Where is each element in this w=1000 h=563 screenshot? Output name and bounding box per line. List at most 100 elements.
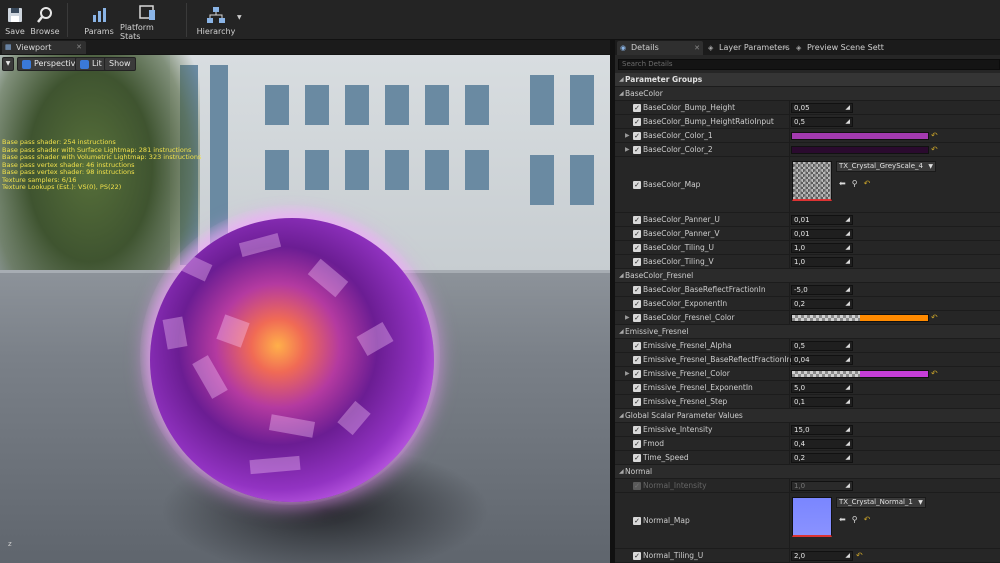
parameter-value-input[interactable]: 0,4 ◢: [791, 439, 853, 449]
axis-z-label: z: [8, 540, 12, 548]
tab-preview-scene-settings[interactable]: ◈ Preview Scene Sett: [793, 41, 889, 55]
parameter-value-input[interactable]: 0,5 ◢: [791, 341, 853, 351]
toolbar-divider: [186, 3, 187, 37]
reset-to-default-icon[interactable]: ↶: [864, 513, 871, 526]
expand-arrow-icon[interactable]: ▶: [625, 311, 630, 324]
parameter-override-checkbox[interactable]: ✓: [633, 517, 641, 525]
reset-to-default-icon[interactable]: ↶: [931, 129, 938, 142]
reset-to-default-icon[interactable]: ↶: [931, 311, 938, 324]
close-icon[interactable]: ✕: [782, 41, 788, 55]
parameter-override-checkbox[interactable]: ✓: [633, 342, 641, 350]
slider-arrows-icon: ◢: [845, 230, 850, 237]
parameter-name: BaseColor_Color_2: [643, 145, 713, 154]
parameter-override-checkbox[interactable]: ✓: [633, 440, 641, 448]
parameter-value-input[interactable]: 2,0 ◢: [791, 551, 853, 561]
params-button[interactable]: Params: [84, 0, 114, 40]
close-icon[interactable]: ✕: [76, 41, 82, 54]
color-swatch[interactable]: [791, 370, 929, 378]
use-selected-arrow-icon[interactable]: ⬅: [839, 177, 846, 190]
parameter-value-input[interactable]: 1,0 ◢: [791, 257, 853, 267]
parameter-override-checkbox[interactable]: ✓: [633, 118, 641, 126]
lit-button[interactable]: Lit: [75, 57, 107, 71]
parameter-override-checkbox[interactable]: ✓: [633, 552, 641, 560]
parameter-row: ✓ Emissive_Fresnel_Alpha 0,5 ◢: [615, 339, 1000, 353]
parameter-value-input[interactable]: 0,04 ◢: [791, 355, 853, 365]
use-selected-arrow-icon[interactable]: ⬅: [839, 513, 846, 526]
parameter-override-checkbox[interactable]: ✓: [633, 482, 641, 490]
show-button[interactable]: Show: [104, 57, 136, 71]
parameter-override-checkbox[interactable]: ✓: [633, 356, 641, 364]
color-swatch[interactable]: [791, 132, 929, 140]
stats-line: Texture Lookups (Est.): VS(0), PS(22): [2, 183, 122, 191]
parameter-value-input[interactable]: 1,0 ◢: [791, 243, 853, 253]
column-divider: [789, 227, 790, 240]
parameter-override-checkbox[interactable]: ✓: [633, 216, 641, 224]
parameter-group-header[interactable]: ◢ Emissive_Fresnel: [615, 325, 1000, 339]
expand-arrow-icon[interactable]: ▶: [625, 129, 630, 142]
parameter-override-checkbox[interactable]: ✓: [633, 181, 641, 189]
expand-arrow-icon[interactable]: ▶: [625, 367, 630, 380]
slider-arrows-icon: ◢: [845, 398, 850, 405]
hierarchy-dropdown-icon[interactable]: ▼: [237, 14, 242, 21]
tab-details[interactable]: ◉ Details ✕: [617, 41, 703, 55]
parameter-override-checkbox[interactable]: ✓: [633, 314, 641, 322]
viewport-canvas[interactable]: Base pass shader: 254 instructions Base …: [0, 55, 610, 563]
texture-thumbnail[interactable]: [792, 161, 832, 201]
parameter-groups-header[interactable]: ◢ Parameter Groups: [615, 73, 1000, 87]
color-swatch[interactable]: [791, 314, 929, 322]
parameter-value-input[interactable]: 0,5 ◢: [791, 117, 853, 127]
parameter-group-header[interactable]: ◢ Normal: [615, 465, 1000, 479]
parameter-value: 15,0: [794, 426, 810, 434]
viewport-tab[interactable]: ▦ Viewport ✕: [2, 41, 86, 54]
parameter-override-checkbox[interactable]: ✓: [633, 104, 641, 112]
platform-stats-button[interactable]: Platform Stats: [120, 0, 176, 41]
parameter-group-header[interactable]: ◢ BaseColor_Fresnel: [615, 269, 1000, 283]
browse-search-icon[interactable]: ⚲: [852, 513, 858, 526]
parameter-value: -5,0: [794, 286, 808, 294]
slider-arrows-icon: ◢: [845, 286, 850, 293]
tab-details-label: Details: [631, 43, 659, 52]
parameter-value-input[interactable]: 0,2 ◢: [791, 453, 853, 463]
search-details-input[interactable]: Search Details: [618, 59, 1000, 70]
reset-to-default-icon[interactable]: ↶: [864, 177, 871, 190]
parameter-value-input[interactable]: 0,1 ◢: [791, 397, 853, 407]
parameter-override-checkbox[interactable]: ✓: [633, 132, 641, 140]
params-label: Params: [84, 27, 114, 36]
texture-thumbnail[interactable]: [792, 497, 832, 537]
parameter-value-input[interactable]: -5,0 ◢: [791, 285, 853, 295]
browse-search-icon[interactable]: ⚲: [852, 177, 858, 190]
close-icon[interactable]: ✕: [694, 41, 700, 55]
parameter-value-input[interactable]: 0,05 ◢: [791, 103, 853, 113]
parameter-override-checkbox[interactable]: ✓: [633, 230, 641, 238]
browse-button[interactable]: Browse: [29, 0, 61, 40]
hierarchy-button[interactable]: Hierarchy: [195, 0, 237, 40]
reset-to-default-icon[interactable]: ↶: [931, 367, 938, 380]
parameter-value-input[interactable]: 5,0 ◢: [791, 383, 853, 393]
parameter-group-header[interactable]: ◢ BaseColor: [615, 87, 1000, 101]
parameter-override-checkbox[interactable]: ✓: [633, 384, 641, 392]
color-swatch[interactable]: [791, 146, 929, 154]
parameter-value-input[interactable]: 0,2 ◢: [791, 299, 853, 309]
parameter-name: BaseColor_Bump_HeightRatioInput: [643, 117, 774, 126]
parameter-override-checkbox[interactable]: ✓: [633, 398, 641, 406]
parameter-override-checkbox[interactable]: ✓: [633, 286, 641, 294]
parameter-override-checkbox[interactable]: ✓: [633, 146, 641, 154]
parameter-group-header[interactable]: ◢ Global Scalar Parameter Values: [615, 409, 1000, 423]
parameter-override-checkbox[interactable]: ✓: [633, 300, 641, 308]
parameter-value-input[interactable]: 0,01 ◢: [791, 215, 853, 225]
parameter-override-checkbox[interactable]: ✓: [633, 454, 641, 462]
parameter-override-checkbox[interactable]: ✓: [633, 258, 641, 266]
parameter-override-checkbox[interactable]: ✓: [633, 370, 641, 378]
expand-arrow-icon[interactable]: ▶: [625, 143, 630, 156]
parameter-value-input[interactable]: 15,0 ◢: [791, 425, 853, 435]
reset-to-default-icon[interactable]: ↶: [856, 549, 863, 562]
viewport-options-button[interactable]: ▼: [2, 57, 14, 71]
texture-picker-dropdown[interactable]: TX_Crystal_Normal_1 ▼: [836, 497, 926, 508]
parameter-value-input[interactable]: 0,01 ◢: [791, 229, 853, 239]
reset-to-default-icon[interactable]: ↶: [931, 143, 938, 156]
parameter-override-checkbox[interactable]: ✓: [633, 426, 641, 434]
save-button[interactable]: Save: [1, 0, 29, 40]
parameter-override-checkbox[interactable]: ✓: [633, 244, 641, 252]
texture-picker-dropdown[interactable]: TX_Crystal_GreyScale_4 ▼: [836, 161, 936, 172]
tab-layer-parameters[interactable]: ◈ Layer Parameters ✕: [705, 41, 791, 55]
